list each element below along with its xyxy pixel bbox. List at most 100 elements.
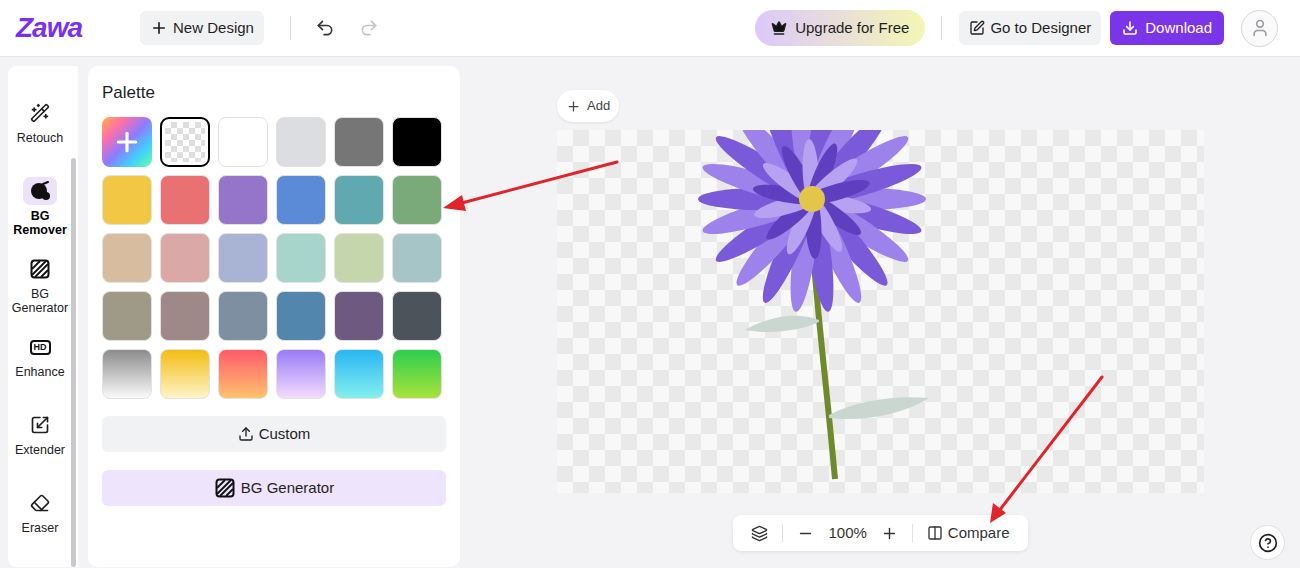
- redo-button[interactable]: [359, 18, 379, 38]
- color-swatch[interactable]: [218, 175, 268, 225]
- help-icon: [1258, 533, 1278, 553]
- gradient-swatch[interactable]: [276, 349, 326, 399]
- swatch[interactable]: [392, 349, 442, 399]
- color-swatch[interactable]: [276, 233, 326, 283]
- swatch[interactable]: [392, 117, 442, 167]
- color-swatch[interactable]: [334, 175, 384, 225]
- help-button[interactable]: [1250, 525, 1285, 560]
- swatch[interactable]: [102, 117, 152, 167]
- avatar[interactable]: [1241, 10, 1278, 47]
- new-design-button[interactable]: New Design: [140, 11, 264, 45]
- swatch[interactable]: [160, 175, 210, 225]
- swatch[interactable]: [334, 233, 384, 283]
- swatch[interactable]: [218, 349, 268, 399]
- zoom-out-icon[interactable]: [797, 525, 814, 542]
- swatch[interactable]: [392, 233, 442, 283]
- logo[interactable]: Zawa: [16, 14, 82, 42]
- swatch[interactable]: [160, 349, 210, 399]
- download-button[interactable]: Download: [1110, 11, 1224, 45]
- custom-button[interactable]: Custom: [102, 416, 446, 452]
- tool-item[interactable]: BG Remover: [12, 177, 74, 255]
- palette-panel: Palette Custom BG Generator: [88, 66, 460, 567]
- gradient-swatch[interactable]: [102, 349, 152, 399]
- layers-icon[interactable]: [751, 525, 768, 542]
- swatch[interactable]: [276, 117, 326, 167]
- add-button[interactable]: Add: [557, 90, 619, 122]
- swatch[interactable]: [102, 349, 152, 399]
- tool-item[interactable]: HD Enhance: [12, 333, 74, 411]
- arrow-head-icon: [990, 503, 1006, 523]
- swatch[interactable]: [102, 291, 152, 341]
- gradient-swatch[interactable]: [392, 349, 442, 399]
- swatch[interactable]: [334, 291, 384, 341]
- swatch[interactable]: [218, 233, 268, 283]
- swatch[interactable]: [102, 175, 152, 225]
- upload-icon: [238, 426, 254, 442]
- swatch[interactable]: [160, 117, 210, 167]
- swatch[interactable]: [334, 117, 384, 167]
- color-swatch[interactable]: [218, 233, 268, 283]
- tool-item[interactable]: Extender: [12, 411, 74, 489]
- swatch[interactable]: [218, 117, 268, 167]
- color-swatch[interactable]: [276, 117, 326, 167]
- redo-icon: [359, 18, 379, 38]
- upgrade-button[interactable]: Upgrade for Free: [755, 10, 925, 46]
- color-swatch[interactable]: [392, 117, 442, 167]
- color-swatch[interactable]: [392, 175, 442, 225]
- swatch[interactable]: [218, 175, 268, 225]
- divider: [782, 524, 783, 542]
- color-swatch[interactable]: [160, 233, 210, 283]
- swatch[interactable]: [160, 291, 210, 341]
- swatch[interactable]: [334, 349, 384, 399]
- palette-title: Palette: [102, 83, 446, 103]
- transparent-swatch[interactable]: [165, 122, 205, 162]
- gradient-swatch[interactable]: [160, 349, 210, 399]
- bg-generator-button[interactable]: BG Generator: [102, 470, 446, 506]
- swatch[interactable]: [218, 291, 268, 341]
- color-swatch[interactable]: [276, 291, 326, 341]
- color-swatch[interactable]: [334, 233, 384, 283]
- swatch[interactable]: [392, 291, 442, 341]
- color-swatch[interactable]: [334, 117, 384, 167]
- scrollbar: [71, 158, 76, 567]
- color-swatch[interactable]: [392, 291, 442, 341]
- swatch[interactable]: [276, 175, 326, 225]
- swatch[interactable]: [392, 175, 442, 225]
- tool-item[interactable]: Eraser: [12, 489, 74, 567]
- add-color-swatch[interactable]: [102, 117, 152, 167]
- color-swatch[interactable]: [218, 291, 268, 341]
- color-swatch[interactable]: [334, 291, 384, 341]
- color-swatch[interactable]: [218, 117, 268, 167]
- swatch[interactable]: [160, 233, 210, 283]
- zoom-level: 100%: [828, 522, 866, 545]
- tool-item[interactable]: BG Generator: [12, 255, 74, 333]
- gradient-swatch[interactable]: [218, 349, 268, 399]
- color-swatch[interactable]: [392, 233, 442, 283]
- color-swatch[interactable]: [102, 291, 152, 341]
- image-canvas[interactable]: [557, 130, 1204, 493]
- color-swatch[interactable]: [160, 175, 210, 225]
- crown-icon: [771, 20, 787, 36]
- undo-button[interactable]: [315, 18, 335, 38]
- gradient-swatch[interactable]: [334, 349, 384, 399]
- flower-image: [557, 130, 1204, 493]
- swatch[interactable]: [276, 291, 326, 341]
- canvas-area: Add 100% Compare: [470, 66, 1300, 567]
- bg-generator-icon: [29, 258, 51, 280]
- color-swatch[interactable]: [102, 175, 152, 225]
- swatch[interactable]: [102, 233, 152, 283]
- app: Zawa New Design Upgrade for Free Go to Desi…: [0, 0, 1300, 568]
- go-to-designer-button[interactable]: Go to Designer: [959, 11, 1101, 45]
- color-swatch[interactable]: [276, 175, 326, 225]
- color-swatch[interactable]: [160, 291, 210, 341]
- color-swatch[interactable]: [102, 233, 152, 283]
- hd-icon: HD: [30, 340, 51, 355]
- tool-item[interactable]: Retouch: [12, 99, 74, 177]
- tool-label: Enhance: [10, 365, 70, 379]
- swatch[interactable]: [276, 233, 326, 283]
- zoom-in-icon[interactable]: [881, 525, 898, 542]
- compare-button[interactable]: Compare: [927, 522, 1010, 545]
- designer-icon: [969, 20, 985, 36]
- swatch[interactable]: [276, 349, 326, 399]
- swatch[interactable]: [334, 175, 384, 225]
